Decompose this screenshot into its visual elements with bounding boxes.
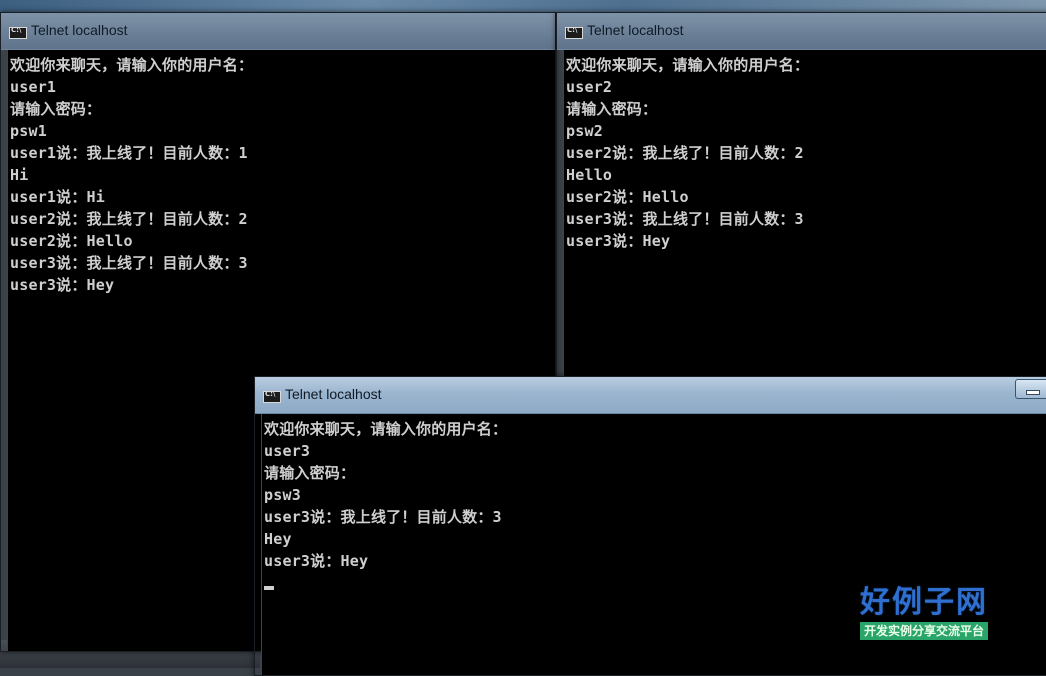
console-line: 欢迎你来聊天，请输入你的用户名： (10, 56, 254, 74)
console-line: user1说：Hi (10, 188, 106, 206)
console-line: user3说：Hey (10, 276, 115, 294)
telnet-window-2[interactable]: Telnet localhost 欢迎你来聊天，请输入你的用户名： user2 请输… (556, 12, 1046, 382)
console-line: psw1 (10, 122, 47, 140)
console-line: user3 (264, 442, 311, 460)
console-icon (565, 26, 583, 39)
window-title: Telnet localhost (31, 22, 128, 38)
console-line: user1说：我上线了！目前人数：1 (10, 144, 248, 162)
console-line: user2说：我上线了！目前人数：2 (566, 144, 804, 162)
window-title: Telnet localhost (285, 386, 382, 402)
console-line: Hello (566, 166, 613, 184)
watermark-tagline: 开发实例分享交流平台 (859, 622, 988, 640)
console-line: 请输入密码： (264, 464, 356, 482)
console-line: user1 (10, 78, 57, 96)
console-line: Hey (264, 530, 292, 548)
console-line: Hi (10, 166, 29, 184)
console-icon (263, 390, 281, 403)
console-line: user2说：Hello (566, 188, 689, 206)
console-line: user3说：我上线了！目前人数：3 (10, 254, 248, 272)
title-bar[interactable]: Telnet localhost (557, 13, 1046, 50)
console-line: psw3 (264, 486, 301, 504)
window-title: Telnet localhost (587, 22, 684, 38)
console-line: user3说：我上线了！目前人数：3 (566, 210, 804, 228)
minimize-button[interactable] (1015, 379, 1046, 399)
console-area[interactable]: 欢迎你来聊天，请输入你的用户名： user2 请输入密码： psw2 user2说：我上… (563, 50, 1046, 381)
console-line: psw2 (566, 122, 603, 140)
console-line: 请输入密码： (10, 100, 102, 118)
title-bar[interactable]: Telnet localhost (1, 13, 555, 50)
console-line: user3说：Hey (566, 232, 671, 250)
console-icon (9, 26, 27, 39)
console-line: user2说：我上线了！目前人数：2 (10, 210, 248, 228)
console-line: user3说：Hey (264, 552, 369, 570)
text-cursor (264, 586, 274, 590)
console-output: 欢迎你来聊天，请输入你的用户名： user2 请输入密码： psw2 user2说：我上… (564, 50, 1046, 256)
console-line: user3说：我上线了！目前人数：3 (264, 508, 502, 526)
watermark-brand: 好例子网 (860, 585, 988, 620)
console-line: user2 (566, 78, 613, 96)
console-line: 请输入密码： (566, 100, 658, 118)
title-bar[interactable]: Telnet localhost (255, 377, 1046, 414)
console-line: 欢迎你来聊天，请输入你的用户名： (566, 56, 810, 74)
console-line: user2说：Hello (10, 232, 133, 250)
console-output: 欢迎你来聊天，请输入你的用户名： user1 请输入密码： psw1 user1说：我上… (8, 50, 555, 300)
console-line: 欢迎你来聊天，请输入你的用户名： (264, 420, 508, 438)
console-output: 欢迎你来聊天，请输入你的用户名： user3 请输入密码： psw3 user3说：我上… (262, 414, 1046, 594)
watermark-logo: 好例子网 开发实例分享交流平台 (838, 586, 1010, 640)
